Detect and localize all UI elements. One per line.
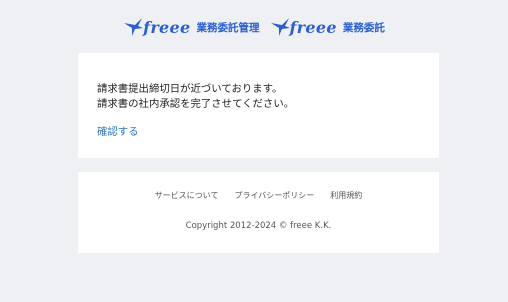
footer-link-terms[interactable]: 利用規約 [330,190,362,201]
footer-link-about-service[interactable]: サービスについて [155,190,219,201]
logo-product-name: 業務委託管理 [196,21,260,34]
message-line: 請求書提出締切日が近づいております。 [97,83,283,95]
swallow-logo-icon [124,18,144,36]
logo-product-name: 業務委託 [342,21,385,34]
logo-wordmark: freee [143,17,191,37]
swallow-logo-icon [270,18,290,36]
footer-links: サービスについて プライバシーポリシー 利用規約 [78,190,439,201]
logo-wordmark: freee [289,17,337,37]
message-line: 請求書の社内承認を完了させてください。 [97,98,295,110]
notification-message: 請求書提出締切日が近づいております。 請求書の社内承認を完了させてください。 [97,82,294,112]
confirm-link[interactable]: 確認する [97,123,139,138]
freee-logo-outsourcing: freee 業務委託 [270,16,385,38]
freee-logo-management: freee 業務委託管理 [123,16,260,38]
footer-card: サービスについて プライバシーポリシー 利用規約 Copyright 2012-… [78,172,439,253]
header: freee 業務委託管理 freee 業務委託 [0,14,508,40]
footer-link-privacy-policy[interactable]: プライバシーポリシー [234,190,314,201]
copyright-text: Copyright 2012-2024 © freee K.K. [185,221,332,231]
notification-card: 請求書提出締切日が近づいております。 請求書の社内承認を完了させてください。 確… [78,53,439,158]
